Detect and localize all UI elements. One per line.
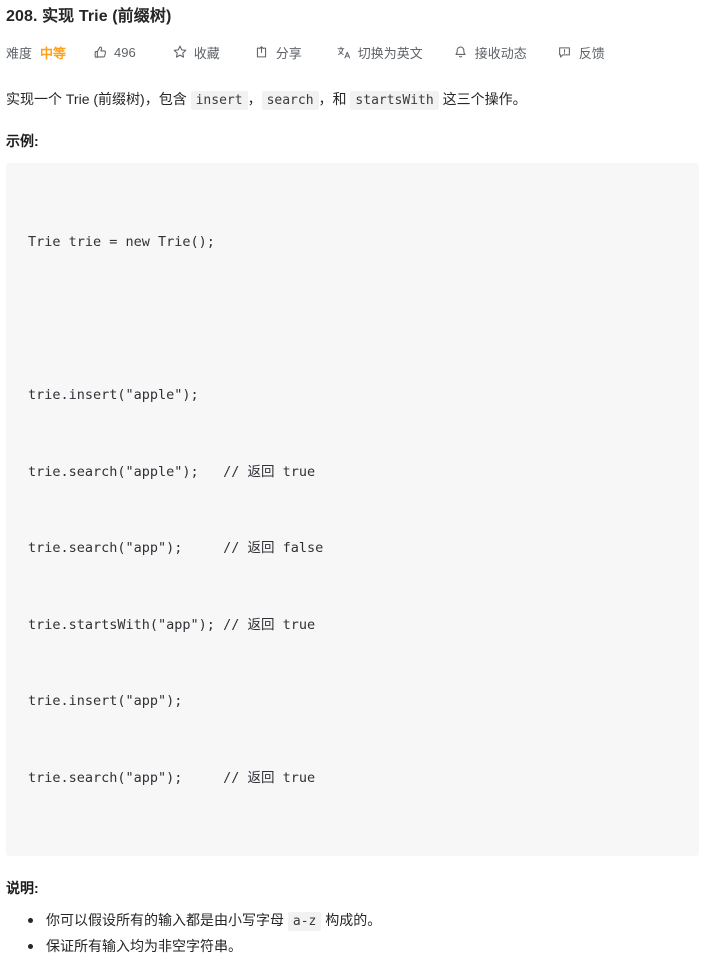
note-text-before: 保证所有输入均为非空字符串。 [46,938,242,954]
like-count: 496 [114,44,136,60]
description-sep-1: ， [247,91,262,107]
bell-icon [453,44,469,60]
feedback-button[interactable]: 反馈 [557,43,605,62]
difficulty-group: 难度 中等 [6,43,66,62]
code-line: trie.search("app"); // 返回 false [28,540,324,556]
code-line: trie.insert("app"); [28,693,183,709]
description-sep-2: ，和 [318,91,351,107]
notes-heading: 说明: [6,880,39,896]
page-title: 208. 实现 Trie (前缀树) [6,8,172,25]
feedback-icon [557,44,573,60]
difficulty-label: 难度 [6,45,33,61]
example-code-block: Trie trie = new Trie(); trie.insert("app… [6,163,699,856]
share-label: 分享 [275,45,302,61]
note-text-after: 构成的。 [321,912,382,928]
problem-page: 208. 实现 Trie (前缀树) 难度 中等 496 收藏 分享 切换为英文… [0,0,705,954]
code-line: Trie trie = new Trie(); [28,234,215,250]
share-icon [254,44,270,60]
code-line: trie.search("app"); // 返回 true [28,769,316,786]
inline-code-search: search [261,91,319,110]
subscribe-button[interactable]: 接收动态 [453,43,527,62]
thumbs-up-icon [92,44,108,60]
inline-code-insert: insert [190,91,248,110]
translate-button[interactable]: 切换为英文 [336,43,423,62]
favorite-button[interactable]: 收藏 [172,43,220,62]
code-line: trie.startsWith("app"); // 返回 true [28,616,316,633]
translate-icon [336,44,352,60]
difficulty-badge: 中等 [40,45,67,61]
code-line: trie.insert("apple"); [28,387,199,403]
inline-code-startswith: startsWith [350,91,439,110]
example-heading: 示例: [6,133,39,149]
note-text-before: 你可以假设所有的输入都是由小写字母 [46,912,288,928]
problem-meta-toolbar: 难度 中等 496 收藏 分享 切换为英文 接收动态 反馈 [6,38,699,66]
subscribe-label: 接收动态 [474,45,527,61]
notes-list: 你可以假设所有的输入都是由小写字母 a-z 构成的。 保证所有输入均为非空字符串… [6,908,699,959]
problem-description: 实现一个 Trie (前缀树)，包含 insert， search ，和 start… [6,88,699,112]
translate-label: 切换为英文 [357,45,423,61]
description-text-2: 这三个操作。 [438,91,527,107]
description-text-1: 实现一个 Trie (前缀树)，包含 [6,91,191,107]
favorite-label: 收藏 [193,45,220,61]
share-button[interactable]: 分享 [254,43,302,62]
feedback-label: 反馈 [578,45,605,61]
star-icon [172,44,188,60]
inline-code-az: a-z [287,912,322,931]
code-line: trie.search("apple"); // 返回 true [28,463,316,480]
list-item: 保证所有输入均为非空字符串。 [28,934,699,959]
like-button[interactable]: 496 [92,44,136,60]
list-item: 你可以假设所有的输入都是由小写字母 a-z 构成的。 [28,908,699,934]
